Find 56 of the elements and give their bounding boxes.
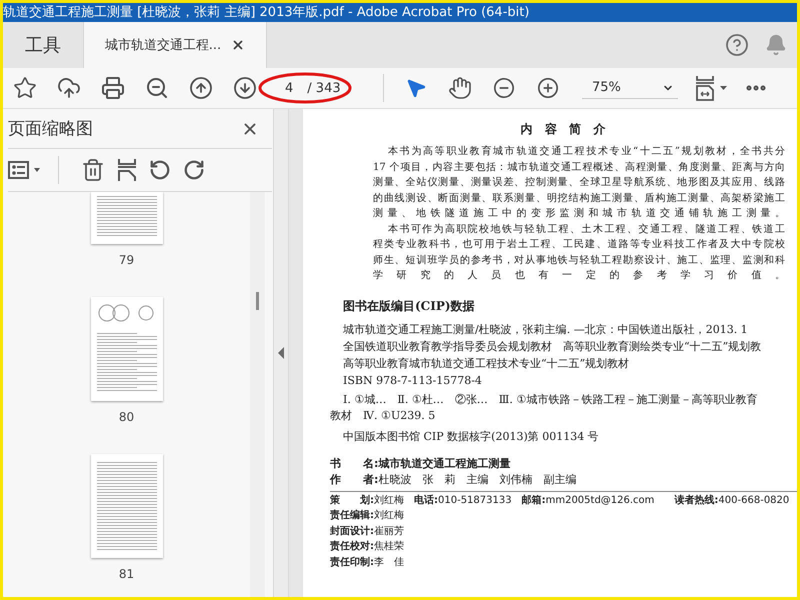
fit-page-icon[interactable] <box>695 75 729 101</box>
page-total: / 343 <box>307 80 341 96</box>
book-title-line: 书 名:城市轨道交通工程施工测量 <box>330 456 512 472</box>
summary-text-line: 师生、短训班学员的参考书，对从事地铁与轻轨工程勘察设计、施工、监理、监测和科 <box>373 254 785 268</box>
next-page-icon[interactable] <box>233 76 257 100</box>
rotate-right-icon[interactable] <box>183 159 205 181</box>
zoom-out-icon[interactable] <box>493 77 515 99</box>
cip-text-line: 城市轨道交通工程施工测量/杜晓波，张莉主编. —北京：中国铁道出版社，2013. 1 <box>343 322 749 338</box>
cip-text-line: 全国铁道职业教育教学指导委员会规划教材 高等职业教育测绘类专业“十二五”规划教 <box>343 338 762 354</box>
classification-line: 教材 Ⅳ. ①U239. 5 <box>330 408 436 424</box>
trash-icon[interactable] <box>81 158 105 182</box>
help-icon[interactable] <box>725 33 749 57</box>
page-number-label: 79 <box>118 253 134 267</box>
star-icon[interactable] <box>13 76 37 100</box>
page-thumbnail[interactable] <box>90 454 162 558</box>
page-thumbnail[interactable] <box>90 297 162 401</box>
cip-number: 中国版本图书馆 CIP 数据核字(2013)第 001134 号 <box>343 428 600 444</box>
staff-line: 责任编辑:刘红梅 <box>330 508 405 523</box>
credit-line: 作 者:杜晓波 张 莉 主编 刘伟楠 副主编 <box>330 472 578 488</box>
cip-text-line: ISBN 978-7-113-15778-4 <box>343 372 483 388</box>
cip-heading: 图书在版编目(CIP)数据 <box>343 298 476 314</box>
page-thumbnail[interactable] <box>90 192 162 244</box>
staff-line: 策 划:刘红梅 电话:010-51873133 邮箱:mm2005td@126.com 读者热线:400-668-0820 <box>330 494 790 508</box>
summary-text-line: 本书为高等职业教育城市轨道交通工程技术专业“十二五”规划教材，全书共分 <box>387 144 785 159</box>
page-number-label: 80 <box>118 410 134 424</box>
summary-text-line: 本书可作为高职院校地铁与轻轨工程、土木工程、交通工程、隧道工程、铁道工 <box>387 222 785 236</box>
rotate-left-icon[interactable] <box>149 159 171 181</box>
classification-line: Ⅰ. ①城… Ⅱ. ①杜… ②张… Ⅲ. ①城市铁路－铁路工程－施工测量－高等职业教育 <box>342 392 758 408</box>
summary-text-line: 测量、地铁隧道施工中的变形监测和城市轨道交通铺轨施工测量。 <box>373 206 785 221</box>
document-tab[interactable]: 城市轨道交通工程... <box>84 22 267 68</box>
summary-text-line: 17 个项目，内容主要包括：城市轨道交通工程概述、高程测量、角度测量、距离与方向 <box>373 160 785 174</box>
page-extract-icon[interactable] <box>117 158 137 182</box>
section-heading: 内 容 简 介 <box>520 121 610 138</box>
staff-line: 封面设计:崔丽芳 <box>330 524 405 538</box>
hand-icon[interactable] <box>448 76 472 100</box>
cip-text-line: 高等职业教育城市轨道交通工程技术专业“十二五”规划教材 <box>343 356 630 372</box>
scrollbar-thumb[interactable] <box>256 292 259 310</box>
zoom-in-icon[interactable] <box>537 77 559 99</box>
staff-line: 责任印制:李 佳 <box>330 556 405 570</box>
zoom-out-icon[interactable] <box>145 76 169 100</box>
zoom-select[interactable]: 75% <box>582 77 678 99</box>
summary-text-line: 的曲线测设、断面测量、联系测量、明挖结构施工测量、盾构施工测量、高架桥梁施工 <box>373 192 785 206</box>
summary-text-line: 程类专业教科书，也可用于岩土工程、工民建、道路等专业科技工作者及大中专院校 <box>373 238 785 252</box>
window-title: 轨道交通工程施工测量 [杜晓波，张莉 主编] 2013年版.pdf - Adobe Acrobat Pro (64-bit) <box>3 3 797 22</box>
select-pointer-icon[interactable] <box>405 77 427 99</box>
close-icon[interactable] <box>231 38 246 52</box>
cloud-upload-icon[interactable] <box>57 76 81 100</box>
list-view-icon[interactable] <box>8 160 42 180</box>
summary-text-line: 学研究的人员也有一定的参考学习价值。 <box>373 268 785 283</box>
page-number-field[interactable]: 4 <box>283 80 296 96</box>
staff-line: 责任校对:焦桂荣 <box>330 540 405 554</box>
previous-page-icon[interactable] <box>189 76 213 100</box>
summary-text-line: 测量、全站仪测量、测量误差、控制测量、全球卫星导航系统、地形图及其应用、线路 <box>373 176 785 190</box>
panel-title: 页面缩略图 <box>8 118 93 140</box>
print-icon[interactable] <box>101 76 125 100</box>
page-number-label: 81 <box>118 567 134 581</box>
